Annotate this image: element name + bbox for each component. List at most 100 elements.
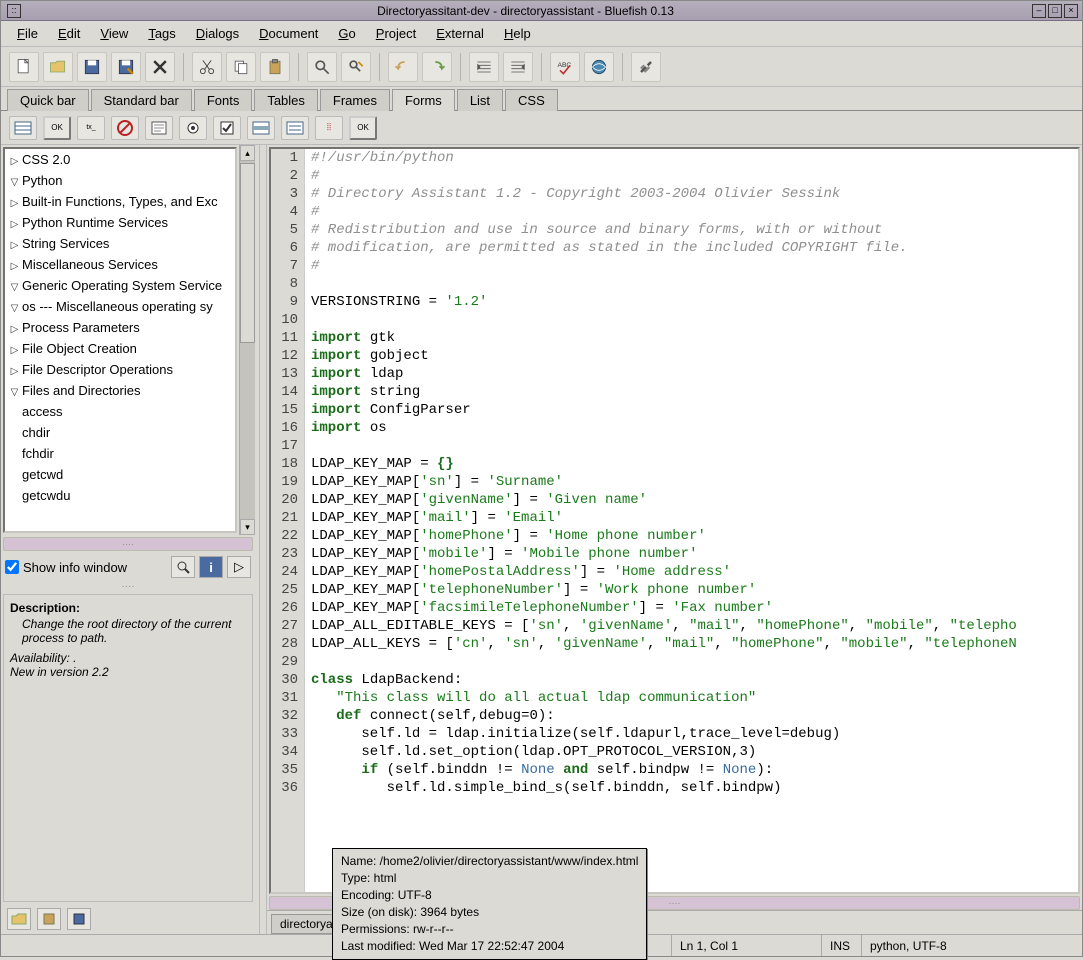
goto-icon[interactable]: ▷ [227, 556, 251, 578]
indent-left-button[interactable] [469, 52, 499, 82]
preferences-button[interactable] [631, 52, 661, 82]
checkbox-button[interactable] [213, 116, 241, 140]
menu-help[interactable]: Help [496, 24, 539, 43]
splitter[interactable] [259, 145, 267, 934]
menu-tags[interactable]: Tags [140, 24, 183, 43]
expander-icon[interactable] [9, 345, 20, 356]
toolbar-tab-fonts[interactable]: Fonts [194, 89, 253, 111]
titlebar[interactable]: :: Directoryassitant-dev - directoryassi… [1, 1, 1082, 21]
menu-dialogs[interactable]: Dialogs [188, 24, 247, 43]
preview-button[interactable] [584, 52, 614, 82]
radio-button[interactable] [179, 116, 207, 140]
toolbar-tab-list[interactable]: List [457, 89, 503, 111]
select-button[interactable] [247, 116, 275, 140]
tree-item[interactable]: Files and Directories [5, 380, 235, 401]
menu-document[interactable]: Document [251, 24, 326, 43]
toolbar-tab-standard-bar[interactable]: Standard bar [91, 89, 192, 111]
expander-icon[interactable] [9, 240, 20, 251]
tree-scrollbar[interactable]: ▴ ▾ [239, 145, 255, 535]
tree-item[interactable]: Python Runtime Services [5, 212, 235, 233]
expander-icon[interactable] [9, 366, 20, 377]
menu-go[interactable]: Go [330, 24, 363, 43]
menu-edit[interactable]: Edit [50, 24, 88, 43]
expander-icon[interactable] [9, 156, 20, 167]
code-editor[interactable]: 1 2 3 4 5 6 7 8 9 10 11 12 13 14 15 16 1… [269, 147, 1080, 894]
show-info-checkbox[interactable] [5, 560, 19, 574]
info-icon[interactable]: i [199, 556, 223, 578]
expander-icon[interactable] [9, 261, 20, 272]
separator [622, 53, 623, 81]
sysmenu-icon[interactable]: :: [7, 4, 21, 18]
expander-icon[interactable] [9, 387, 20, 398]
expander-icon[interactable] [9, 282, 20, 293]
undo-button[interactable] [388, 52, 418, 82]
tree-item[interactable]: access [5, 401, 235, 422]
tree-item[interactable]: Process Parameters [5, 317, 235, 338]
spellcheck-button[interactable]: ABC [550, 52, 580, 82]
toolbar-tab-quick-bar[interactable]: Quick bar [7, 89, 89, 111]
pane-handle[interactable]: ···· [3, 537, 253, 551]
scroll-down-icon[interactable]: ▾ [240, 519, 255, 535]
find-replace-button[interactable] [341, 52, 371, 82]
toolbar-tab-css[interactable]: CSS [505, 89, 558, 111]
expander-icon[interactable] [9, 219, 20, 230]
separator [379, 53, 380, 81]
close-button[interactable]: × [1064, 4, 1078, 18]
tree-label: Python Runtime Services [22, 215, 168, 230]
cut-button[interactable] [192, 52, 222, 82]
tree-item[interactable]: File Object Creation [5, 338, 235, 359]
expander-icon[interactable] [9, 303, 20, 314]
find-button[interactable] [307, 52, 337, 82]
paste-button[interactable] [260, 52, 290, 82]
menu-view[interactable]: View [92, 24, 136, 43]
minimize-button[interactable]: – [1032, 4, 1046, 18]
bookmarks-icon[interactable] [37, 908, 61, 930]
tree-item[interactable]: os --- Miscellaneous operating sy [5, 296, 235, 317]
expander-icon[interactable] [9, 177, 20, 188]
text-input-button[interactable]: tx_ [77, 116, 105, 140]
form-button[interactable] [9, 116, 37, 140]
reference-icon[interactable] [67, 908, 91, 930]
option-button[interactable] [281, 116, 309, 140]
tree-item[interactable]: chdir [5, 422, 235, 443]
maximize-button[interactable]: □ [1048, 4, 1062, 18]
tree-item[interactable]: getcwdu [5, 485, 235, 506]
menu-external[interactable]: External [428, 24, 492, 43]
tree-item[interactable]: Miscellaneous Services [5, 254, 235, 275]
scroll-up-icon[interactable]: ▴ [240, 145, 255, 161]
open-file-button[interactable] [43, 52, 73, 82]
menu-file[interactable]: File [9, 24, 46, 43]
textarea-button[interactable] [145, 116, 173, 140]
reference-tree[interactable]: CSS 2.0PythonBuilt-in Functions, Types, … [3, 147, 237, 533]
tree-item[interactable]: CSS 2.0 [5, 149, 235, 170]
tree-item[interactable]: fchdir [5, 443, 235, 464]
submit-button[interactable]: OK [43, 116, 71, 140]
expander-icon[interactable] [9, 324, 20, 335]
optgroup-button[interactable]: ⦙⦙ [315, 116, 343, 140]
hidden-button[interactable] [111, 116, 139, 140]
new-file-button[interactable] [9, 52, 39, 82]
copy-button[interactable] [226, 52, 256, 82]
tree-item[interactable]: Generic Operating System Service [5, 275, 235, 296]
tree-item[interactable]: Python [5, 170, 235, 191]
tooltip-size: Size (on disk): 3964 bytes [341, 904, 638, 921]
tree-item[interactable]: String Services [5, 233, 235, 254]
filebrowser-icon[interactable] [7, 908, 31, 930]
toolbar-tab-frames[interactable]: Frames [320, 89, 390, 111]
indent-right-button[interactable] [503, 52, 533, 82]
editor-area: 1 2 3 4 5 6 7 8 9 10 11 12 13 14 15 16 1… [267, 145, 1082, 934]
tree-item[interactable]: getcwd [5, 464, 235, 485]
expander-icon[interactable] [9, 198, 20, 209]
save-as-button[interactable] [111, 52, 141, 82]
code-content[interactable]: #!/usr/bin/python # # Directory Assistan… [305, 149, 1078, 892]
redo-button[interactable] [422, 52, 452, 82]
save-button[interactable] [77, 52, 107, 82]
menu-project[interactable]: Project [368, 24, 424, 43]
button-button[interactable]: OK [349, 116, 377, 140]
tree-item[interactable]: Built-in Functions, Types, and Exc [5, 191, 235, 212]
toolbar-tab-tables[interactable]: Tables [254, 89, 318, 111]
toolbar-tab-forms[interactable]: Forms [392, 89, 455, 111]
search-icon[interactable] [171, 556, 195, 578]
tree-item[interactable]: File Descriptor Operations [5, 359, 235, 380]
close-file-button[interactable] [145, 52, 175, 82]
